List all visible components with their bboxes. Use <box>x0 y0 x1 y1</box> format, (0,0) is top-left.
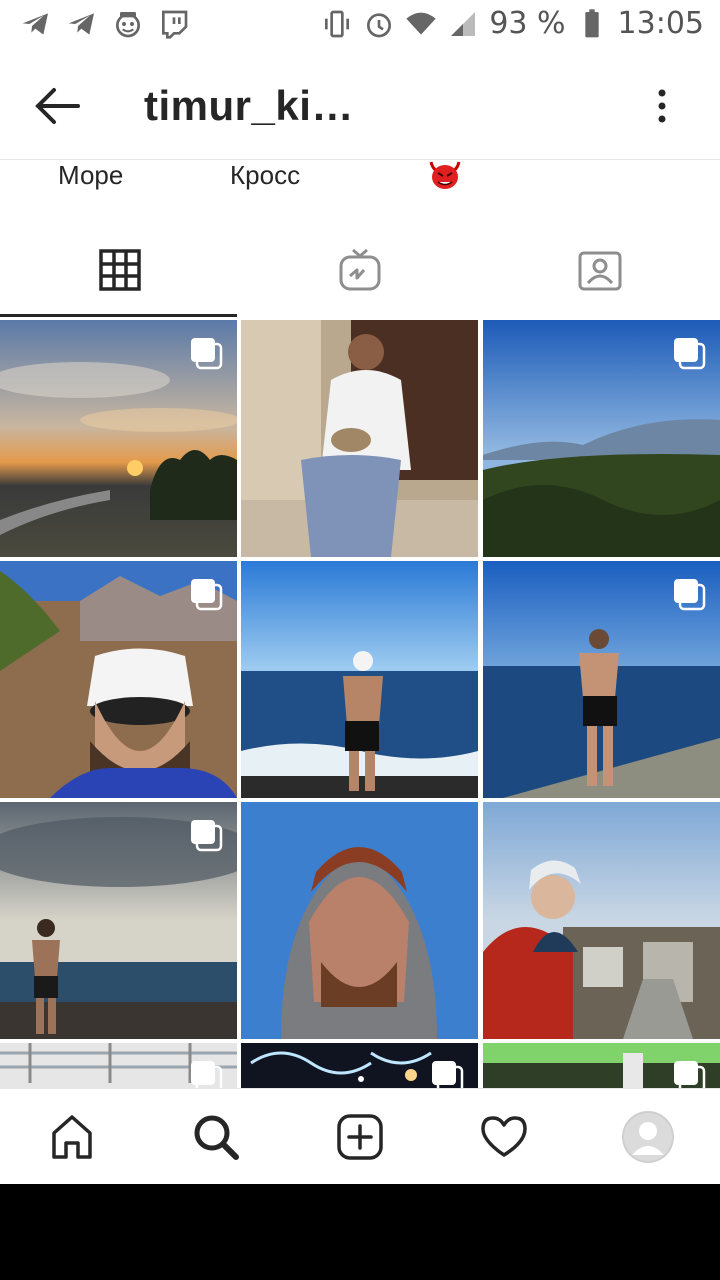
post-tile[interactable] <box>241 802 478 1039</box>
bottom-navigation <box>0 1088 720 1184</box>
post-grid <box>0 320 720 1088</box>
add-post-icon <box>337 1114 383 1160</box>
story-highlights: Море Кросс <box>0 160 720 220</box>
post-tile[interactable] <box>483 1043 720 1088</box>
profile-header: timur_ki… <box>0 52 720 160</box>
multiple-photos-icon <box>674 1061 706 1088</box>
post-tile[interactable] <box>0 802 237 1039</box>
post-image <box>241 561 478 798</box>
multiple-photos-icon <box>191 1061 223 1088</box>
telegram-icon <box>20 8 52 40</box>
monkey-app-icon <box>112 8 144 40</box>
nav-profile[interactable] <box>620 1109 676 1165</box>
tab-igtv[interactable] <box>240 220 480 320</box>
devil-emoji-icon[interactable] <box>428 160 462 190</box>
multiple-photos-icon <box>432 1061 464 1088</box>
post-tile[interactable] <box>0 1043 237 1088</box>
profile-tabs <box>0 220 720 320</box>
multiple-photos-icon <box>674 579 706 611</box>
signal-icon <box>447 8 479 40</box>
post-image <box>241 802 478 1039</box>
system-navigation-bar <box>0 1184 720 1280</box>
tab-grid[interactable] <box>0 220 240 320</box>
highlight-label[interactable]: Кросс <box>230 160 300 191</box>
post-tile[interactable] <box>0 320 237 557</box>
heart-icon <box>481 1116 527 1157</box>
battery-icon <box>576 8 608 40</box>
avatar-placeholder-icon <box>622 1111 674 1163</box>
back-arrow-icon <box>35 88 80 124</box>
multiple-photos-icon <box>191 338 223 370</box>
post-tile[interactable] <box>241 320 478 557</box>
post-tile[interactable] <box>483 561 720 798</box>
profile-avatar <box>622 1111 674 1163</box>
page-title: timur_ki… <box>144 82 354 129</box>
nav-activity[interactable] <box>476 1109 532 1165</box>
status-bar: 93 % 13:05 <box>0 0 720 52</box>
search-icon <box>194 1115 239 1160</box>
notification-icons <box>20 8 190 40</box>
multiple-photos-icon <box>674 338 706 370</box>
system-status: 93 % 13:05 <box>321 6 704 41</box>
nav-search[interactable] <box>188 1109 244 1165</box>
post-tile[interactable] <box>483 320 720 557</box>
back-button[interactable] <box>28 82 84 130</box>
highlight-label[interactable]: Море <box>58 160 123 191</box>
post-image <box>241 320 478 557</box>
post-tile[interactable] <box>241 1043 478 1088</box>
tagged-icon <box>578 251 622 291</box>
home-icon <box>52 1115 92 1159</box>
active-tab-indicator <box>0 314 237 317</box>
alarm-icon <box>363 8 395 40</box>
igtv-icon <box>339 248 381 291</box>
post-image <box>483 802 720 1039</box>
post-tile[interactable] <box>483 802 720 1039</box>
tab-tagged[interactable] <box>480 220 720 320</box>
post-tile[interactable] <box>241 561 478 798</box>
telegram-icon <box>66 8 98 40</box>
nav-new-post[interactable] <box>332 1109 388 1165</box>
clock: 13:05 <box>617 6 704 41</box>
nav-home[interactable] <box>44 1109 100 1165</box>
grid-icon <box>99 249 141 291</box>
vibrate-icon <box>321 8 353 40</box>
more-vertical-icon <box>658 89 666 123</box>
wifi-icon <box>405 8 437 40</box>
multiple-photos-icon <box>191 579 223 611</box>
battery-percent: 93 % <box>489 6 566 41</box>
post-tile[interactable] <box>0 561 237 798</box>
multiple-photos-icon <box>191 820 223 852</box>
more-options-button[interactable] <box>648 84 676 128</box>
twitch-icon <box>158 8 190 40</box>
